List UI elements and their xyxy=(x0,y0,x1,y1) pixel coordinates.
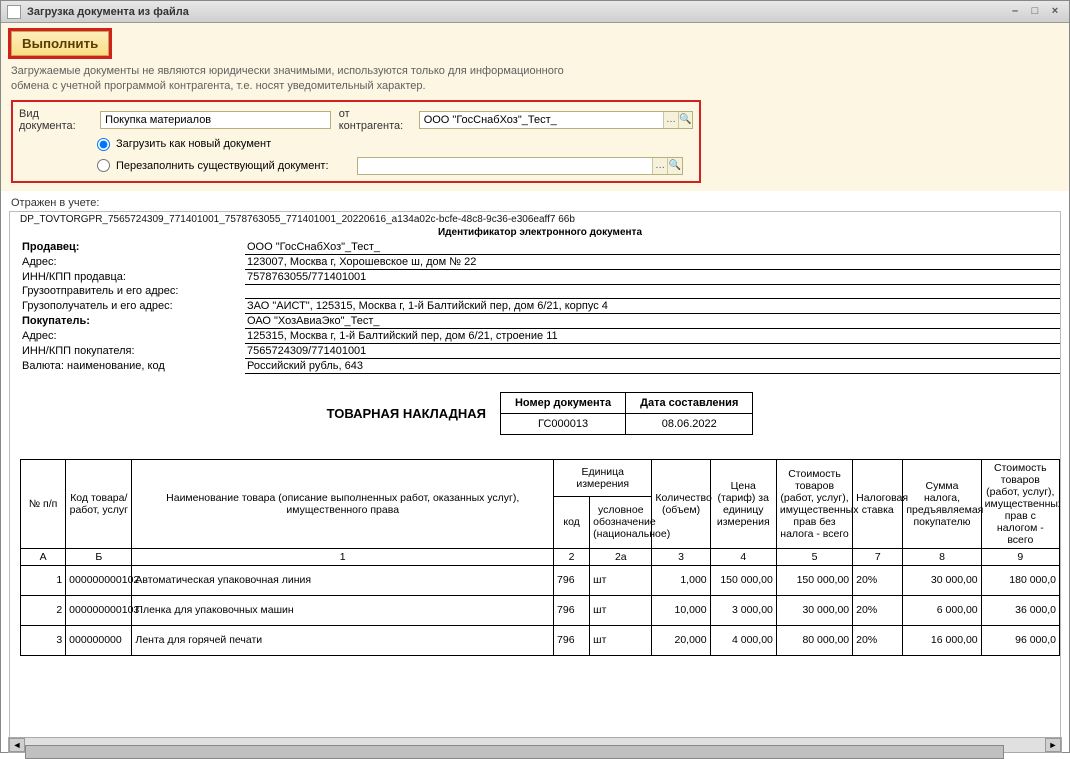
waybill-header-row: ТОВАРНАЯ НАКЛАДНАЯ Номер документаДата с… xyxy=(20,392,1060,435)
horizontal-scrollbar[interactable]: ◄ ► xyxy=(8,737,1062,753)
counterparty-input[interactable] xyxy=(420,113,664,127)
radio-existing-document[interactable] xyxy=(97,159,110,172)
doc-type-input[interactable] xyxy=(101,113,330,127)
header-info-table: Продавец:ООО "ГосСнабХоз"_Тест_ Адрес:12… xyxy=(20,240,1060,374)
from-counterparty-label: от контрагента: xyxy=(339,108,417,132)
existing-doc-field[interactable]: … 🔍 xyxy=(357,157,683,175)
edoc-header: Идентификатор электронного документа xyxy=(20,227,1060,238)
document-icon xyxy=(7,5,21,19)
radio-new-label: Загрузить как новый документ xyxy=(116,138,271,150)
table-row: 2000000000103Пленка для упаковочных маши… xyxy=(21,595,1060,625)
load-params-frame: Вид документа: от контрагента: … 🔍 Загру… xyxy=(11,100,701,183)
counterparty-search-icon[interactable]: 🔍 xyxy=(678,112,692,128)
scroll-left-button[interactable]: ◄ xyxy=(9,738,25,752)
minimize-button[interactable]: – xyxy=(1007,5,1023,19)
window-title: Загрузка документа из файла xyxy=(27,6,1003,18)
radio-new-document[interactable] xyxy=(97,138,110,151)
document-identifier: DP_TOVTORGPR_7565724309_771401001_757876… xyxy=(20,214,1060,225)
close-button[interactable]: × xyxy=(1047,5,1063,19)
scroll-right-button[interactable]: ► xyxy=(1045,738,1061,752)
titlebar: Загрузка документа из файла – □ × xyxy=(1,1,1069,23)
reflected-label: Отражен в учете: xyxy=(11,197,1059,209)
existing-doc-search-icon[interactable]: 🔍 xyxy=(667,158,682,174)
upper-panel: Выполнить Загружаемые документы не являю… xyxy=(1,23,1069,191)
existing-doc-select-button[interactable]: … xyxy=(652,158,667,174)
scroll-thumb[interactable] xyxy=(25,745,1004,759)
waybill-num-date-table: Номер документаДата составления ГС000013… xyxy=(500,392,753,435)
existing-doc-input[interactable] xyxy=(358,159,653,173)
counterparty-select-button[interactable]: … xyxy=(663,112,677,128)
waybill-title: ТОВАРНАЯ НАКЛАДНАЯ xyxy=(327,406,486,421)
info-text: Загружаемые документы не являются юридич… xyxy=(11,64,1059,94)
document-preview-area[interactable]: DP_TOVTORGPR_7565724309_771401001_757876… xyxy=(9,211,1061,741)
radio-existing-label: Перезаполнить существующий документ: xyxy=(116,160,329,172)
counterparty-field[interactable]: … 🔍 xyxy=(419,111,693,129)
table-row: 1000000000102Автоматическая упаковочная … xyxy=(21,565,1060,595)
maximize-button[interactable]: □ xyxy=(1027,5,1043,19)
doc-type-label: Вид документа: xyxy=(19,108,98,132)
doc-type-field[interactable] xyxy=(100,111,331,129)
goods-table: № п/п Код товара/ работ, услуг Наименова… xyxy=(20,459,1060,656)
table-row: 3000000000Лента для горячей печати796шт2… xyxy=(21,625,1060,655)
execute-button[interactable]: Выполнить xyxy=(11,31,109,56)
